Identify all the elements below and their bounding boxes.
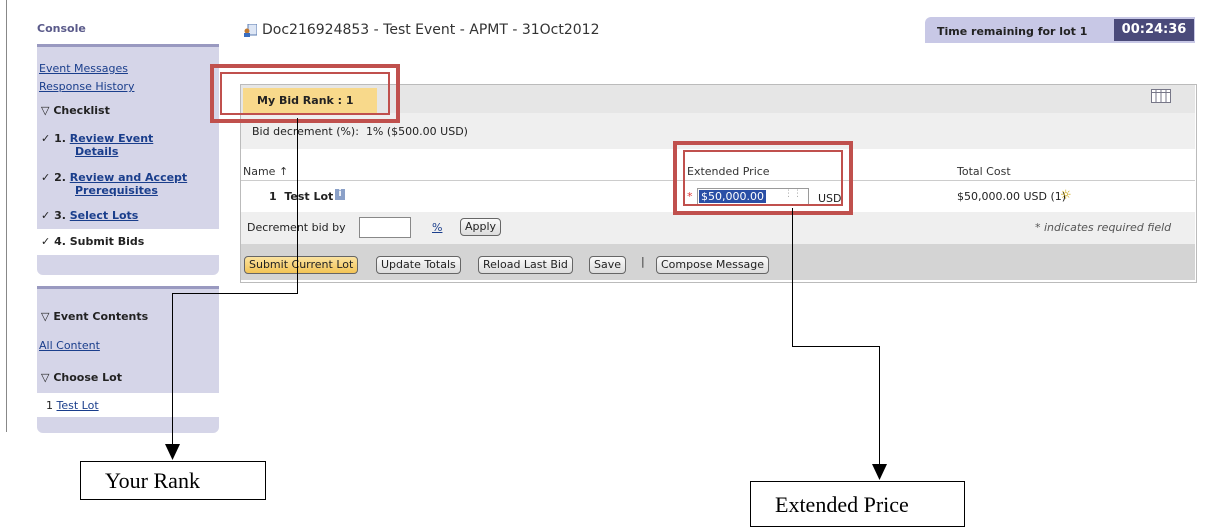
- test-lot-link[interactable]: Test Lot: [57, 399, 99, 412]
- apply-button[interactable]: Apply: [460, 218, 502, 236]
- required-field-note: * indicates required field: [1035, 221, 1172, 234]
- checklist-step-1[interactable]: ✓ 1. Review Event Details: [41, 132, 153, 158]
- countdown-timer: 00:24:36: [1114, 19, 1194, 41]
- check-icon: ✓: [41, 209, 51, 222]
- price-callout: Extended Price: [750, 481, 965, 527]
- reload-last-bid-button[interactable]: Reload Last Bid: [478, 256, 573, 274]
- rank-arrow-head-icon: [165, 444, 180, 460]
- console-title: Console: [37, 22, 86, 35]
- price-highlight-inner-box: [683, 150, 843, 206]
- document-title: Doc216924853 - Test Event - APMT - 31Oct…: [262, 22, 600, 38]
- collapse-triangle-icon: ▽: [41, 104, 50, 117]
- event-messages-link[interactable]: Event Messages: [39, 62, 128, 75]
- rank-connector-line: [172, 293, 173, 446]
- rank-connector-line: [297, 118, 298, 294]
- rank-star-icon: ☼: [1060, 188, 1072, 203]
- event-contents-heading[interactable]: ▽ Event Contents: [41, 310, 148, 323]
- checklist-step-3[interactable]: ✓ 3. Select Lots: [41, 209, 138, 222]
- rank-callout: Your Rank: [80, 461, 266, 500]
- time-remaining-label: Time remaining for lot 1: [937, 25, 1088, 38]
- check-icon: ✓: [41, 132, 51, 145]
- update-totals-button[interactable]: Update Totals: [376, 256, 461, 274]
- column-header-total-cost[interactable]: Total Cost: [957, 165, 1011, 178]
- table-layout-icon[interactable]: [1151, 89, 1171, 103]
- collapse-triangle-icon: ▽: [41, 371, 50, 384]
- bid-decrement-value: 1% ($500.00 USD): [365, 125, 468, 138]
- checklist-label: Checklist: [53, 104, 110, 117]
- page-edge-line: [6, 0, 7, 432]
- save-button[interactable]: Save: [589, 256, 627, 274]
- checklist-heading[interactable]: ▽ Checklist: [41, 104, 110, 117]
- document-user-icon: [244, 24, 257, 37]
- check-icon: ✓: [41, 235, 51, 248]
- lot-list-entry[interactable]: 1 Test Lot: [46, 399, 99, 412]
- price-connector-line: [792, 208, 793, 347]
- check-icon: ✓: [41, 171, 51, 184]
- price-connector-line: [879, 346, 880, 466]
- column-header-name[interactable]: Name ↑: [243, 165, 288, 178]
- price-connector-line: [792, 346, 880, 347]
- collapse-triangle-icon: ▽: [41, 310, 50, 323]
- response-history-link[interactable]: Response History: [39, 80, 134, 93]
- checklist-step-2[interactable]: ✓ 2. Review and Accept Prerequisites: [41, 171, 187, 197]
- checklist-step-4-active[interactable]: ✓ 4. Submit Bids: [41, 235, 144, 248]
- submit-current-lot-button[interactable]: Submit Current Lot: [244, 256, 359, 274]
- all-content-link[interactable]: All Content: [39, 339, 100, 352]
- rank-connector-line: [172, 293, 298, 294]
- percent-toggle-link[interactable]: %: [432, 221, 442, 234]
- total-cost-cell: $50,000.00 USD (1): [957, 190, 1067, 203]
- choose-lot-heading[interactable]: ▽ Choose Lot: [41, 371, 122, 384]
- lot-name-cell: 1 Test Lot: [269, 190, 334, 203]
- price-arrow-head-icon: [872, 464, 887, 480]
- compose-message-button[interactable]: Compose Message: [656, 256, 770, 274]
- rank-highlight-inner-box: [220, 72, 390, 115]
- decrement-bid-input[interactable]: [359, 217, 411, 238]
- info-icon[interactable]: i: [335, 189, 345, 200]
- bid-decrement-info: Bid decrement (%): 1% ($500.00 USD): [252, 125, 468, 138]
- button-separator: |: [641, 255, 645, 268]
